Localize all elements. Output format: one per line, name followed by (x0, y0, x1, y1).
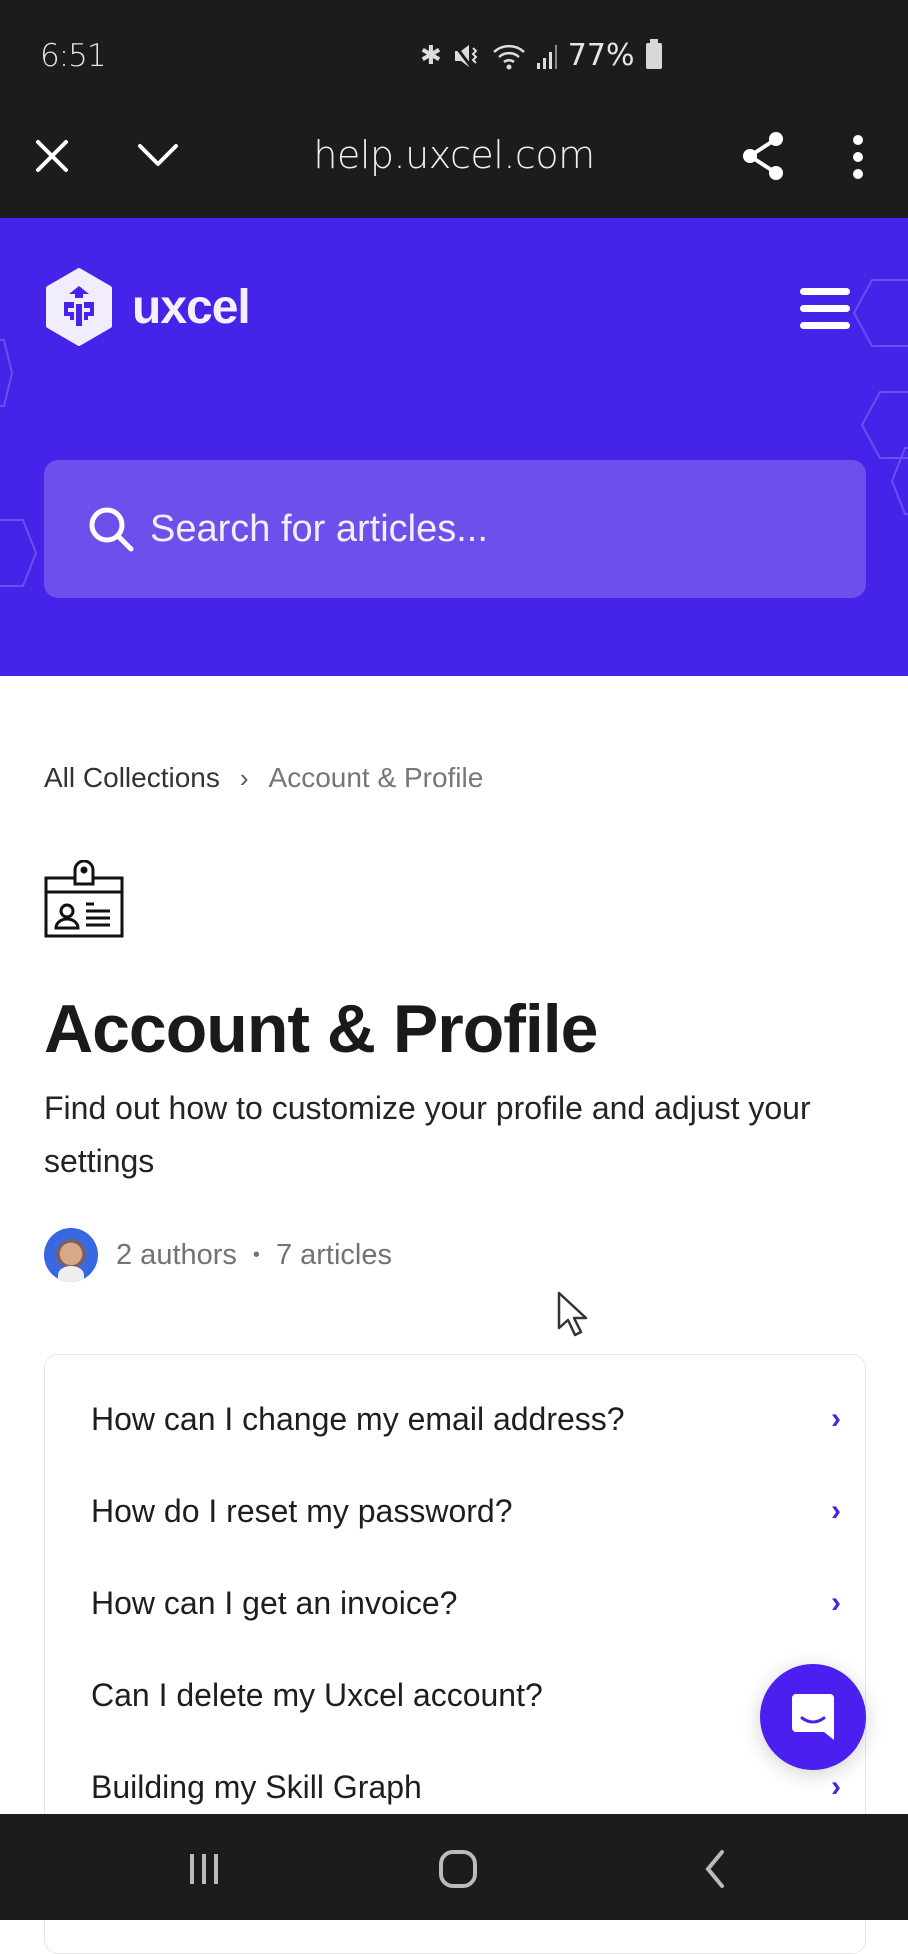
article-link[interactable]: How do I reset my password? › (91, 1471, 851, 1551)
wifi-icon (492, 44, 525, 69)
back-icon[interactable] (684, 1844, 744, 1894)
brand-name: uxcel (132, 280, 251, 334)
breadcrumb-separator: › (239, 762, 249, 793)
breadcrumb: All Collections › Account & Profile (44, 762, 483, 794)
browser-toolbar: help.uxcel.com (0, 100, 908, 218)
meta-separator: • (252, 1243, 260, 1266)
mouse-cursor-icon (557, 1291, 588, 1337)
status-icons: ✱ 77% (420, 38, 663, 73)
status-time: 6:51 (40, 38, 107, 74)
system-nav-bar (0, 1814, 908, 1920)
article-title: How do I reset my password? (91, 1492, 513, 1529)
collection-description: Find out how to customize your profile a… (44, 1090, 811, 1179)
hamburger-menu-icon[interactable] (800, 288, 850, 330)
authors-count: 2 authors (116, 1238, 237, 1271)
more-options-icon[interactable] (848, 132, 868, 182)
hexagon-decoration (0, 339, 14, 407)
chevron-right-icon: › (831, 1402, 841, 1435)
battery-icon (646, 38, 663, 69)
hexagon-decoration (852, 279, 908, 347)
article-title: Building my Skill Graph (91, 1768, 422, 1805)
search-input[interactable] (150, 507, 866, 551)
search-icon (89, 507, 134, 552)
uxcel-logo-icon (46, 268, 112, 346)
hexagon-decoration (890, 447, 908, 515)
home-icon[interactable] (428, 1844, 488, 1894)
chevron-right-icon: › (831, 1586, 841, 1619)
recent-apps-icon[interactable] (174, 1844, 234, 1894)
help-center-header: uxcel (0, 218, 908, 676)
status-bar: 6:51 ✱ 77% (0, 0, 908, 100)
chat-icon (792, 1694, 834, 1740)
uxcel-logo[interactable]: uxcel (44, 268, 251, 346)
id-badge-icon (44, 860, 124, 938)
articles-count: 7 articles (275, 1238, 392, 1271)
article-link[interactable]: How can I change my email address? › (91, 1379, 851, 1459)
collection-meta: 2 authors • 7 articles (44, 1228, 392, 1282)
page-title: Account & Profile (44, 991, 598, 1067)
signal-icon (536, 44, 557, 69)
search-bar[interactable] (44, 460, 866, 598)
article-title: How can I change my email address? (91, 1400, 625, 1437)
article-title: Can I delete my Uxcel account? (91, 1676, 543, 1713)
hexagon-decoration (0, 519, 38, 587)
article-link[interactable]: Can I delete my Uxcel account? › (91, 1655, 851, 1735)
chevron-right-icon: › (831, 1494, 841, 1527)
chevron-right-icon: › (831, 1770, 841, 1803)
chat-launcher-button[interactable] (760, 1664, 866, 1770)
breadcrumb-current: Account & Profile (268, 762, 484, 793)
share-icon[interactable] (740, 130, 786, 182)
bluetooth-icon: ✱ (420, 40, 442, 71)
battery-percent: 77% (567, 38, 635, 73)
article-link[interactable]: How can I get an invoice? › (91, 1563, 851, 1643)
breadcrumb-all-collections[interactable]: All Collections (44, 762, 220, 794)
author-avatar (44, 1228, 98, 1282)
article-title: How can I get an invoice? (91, 1584, 458, 1621)
vibrate-mute-icon (452, 42, 478, 69)
